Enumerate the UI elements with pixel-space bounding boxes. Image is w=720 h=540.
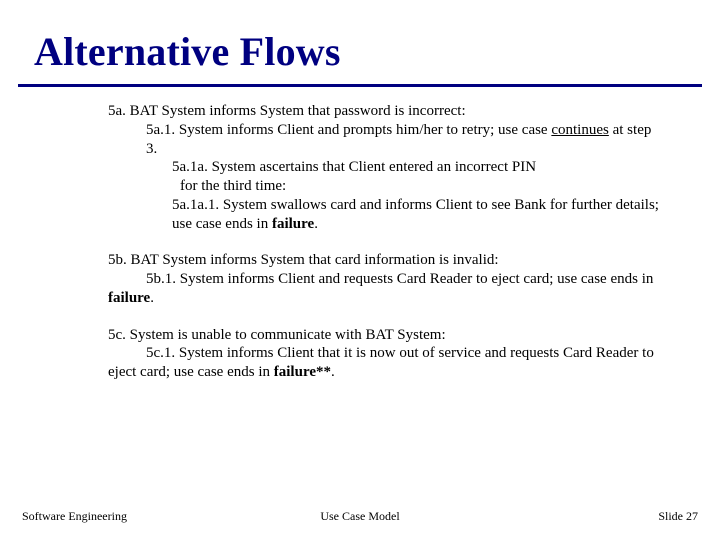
text: 5b.1. System informs Client and requests… [146,271,653,287]
footer-right-label: Slide [658,509,686,523]
flow-5a-1a-1: 5a.1a.1. System swallows card and inform… [172,196,660,234]
flow-5a-1: 5a.1. System informs Client and prompts … [146,121,660,159]
text: 5c.1. System informs Client that it is n… [108,345,654,380]
slide: Alternative Flows 5a. BAT System informs… [0,0,720,540]
flow-5c-1: 5c.1. System informs Client that it is n… [108,344,660,382]
keyword-failure: failure [272,216,314,232]
text: . [331,364,335,380]
flow-5b-head: 5b. BAT System informs System that card … [108,251,660,270]
text: 5a.1a.1. System swallows card and inform… [172,197,659,232]
keyword-failure: failure [108,290,150,306]
text: . [150,290,154,306]
slide-title: Alternative Flows [34,28,341,75]
slide-number: 27 [686,509,698,523]
keyword-failure: failure** [274,364,331,380]
flow-5a-head: 5a. BAT System informs System that passw… [108,102,660,121]
flow-5a-1a-line2: for the third time: [180,177,660,196]
title-underline [18,84,702,87]
flow-5a-1a-line1: 5a.1a. System ascertains that Client ent… [172,158,660,177]
footer-right: Slide 27 [658,509,698,524]
flow-5c: 5c. System is unable to communicate with… [108,326,660,382]
keyword-continues: continues [551,122,609,138]
text: 5a.1. System informs Client and prompts … [146,122,551,138]
flow-5c-head: 5c. System is unable to communicate with… [108,326,660,345]
flow-5b-1: 5b.1. System informs Client and requests… [108,270,660,308]
footer-center: Use Case Model [0,509,720,524]
slide-body: 5a. BAT System informs System that passw… [108,102,660,382]
text: . [314,216,318,232]
flow-5b: 5b. BAT System informs System that card … [108,251,660,307]
flow-5a: 5a. BAT System informs System that passw… [108,102,660,233]
